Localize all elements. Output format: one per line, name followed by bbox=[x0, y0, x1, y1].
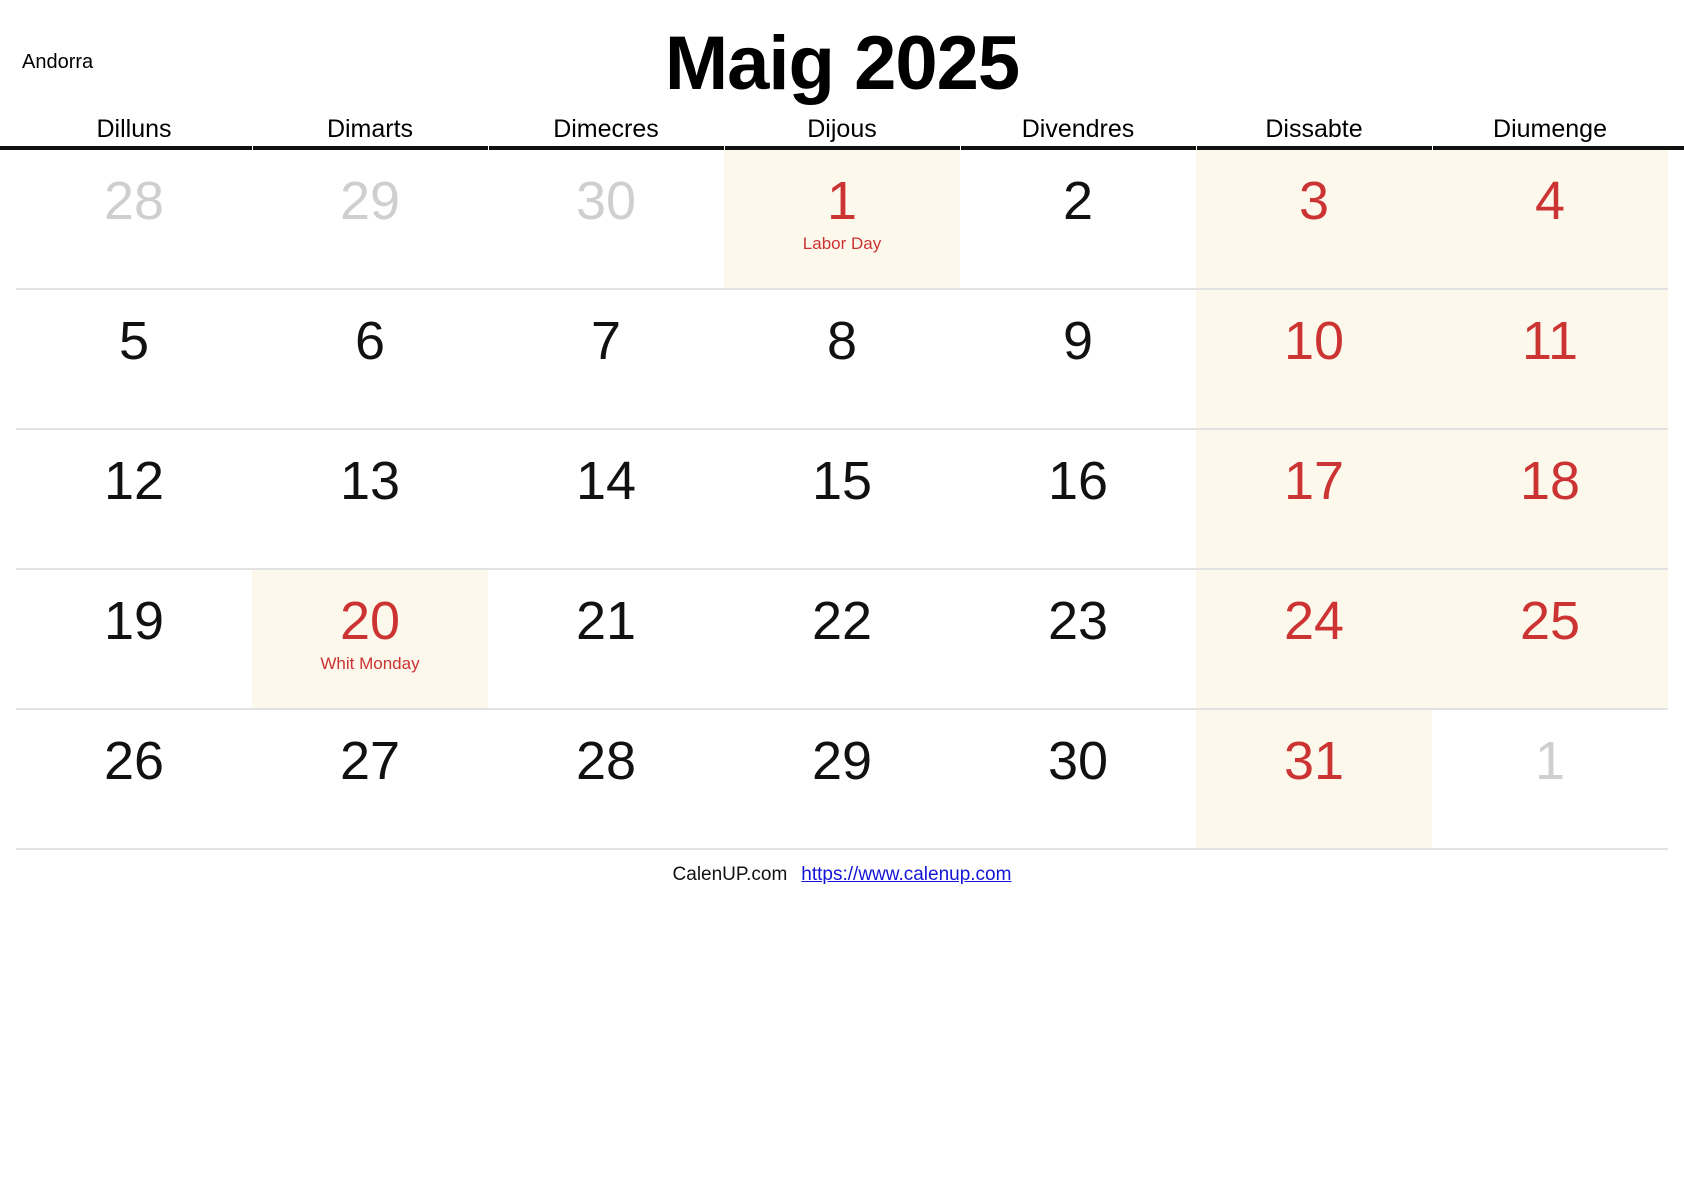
day-cell[interactable]: 13 bbox=[252, 430, 488, 568]
day-cell[interactable]: 26 bbox=[16, 710, 252, 848]
weekday-header-dissabte: Dissabte bbox=[1196, 108, 1432, 150]
day-number: 14 bbox=[575, 451, 637, 511]
day-number: 13 bbox=[339, 451, 401, 511]
weekday-label: Dimecres bbox=[553, 115, 659, 143]
day-number: 30 bbox=[575, 171, 637, 231]
day-cell[interactable]: 4 bbox=[1432, 150, 1668, 288]
day-number: 1 bbox=[1534, 731, 1566, 791]
day-cell[interactable]: 30 bbox=[488, 150, 724, 288]
day-cell[interactable]: 27 bbox=[252, 710, 488, 848]
day-cell[interactable]: 10 bbox=[1196, 290, 1432, 428]
day-number: 28 bbox=[575, 731, 637, 791]
weekday-label: Dimarts bbox=[326, 115, 414, 143]
weekday-label: Dijous bbox=[807, 115, 877, 143]
day-cell[interactable]: 29 bbox=[724, 710, 960, 848]
holiday-label: Labor Day bbox=[802, 234, 882, 253]
day-cell[interactable]: 28 bbox=[488, 710, 724, 848]
day-cell[interactable]: 28 bbox=[16, 150, 252, 288]
day-number: 16 bbox=[1047, 451, 1109, 511]
calendar-header: Andorra Maig 2025 bbox=[0, 0, 1684, 108]
day-cell[interactable]: 18 bbox=[1432, 430, 1668, 568]
day-cell[interactable]: 17 bbox=[1196, 430, 1432, 568]
day-cell[interactable]: 3 bbox=[1196, 150, 1432, 288]
day-number: 7 bbox=[590, 311, 622, 371]
day-number: 25 bbox=[1519, 591, 1581, 651]
day-number: 17 bbox=[1283, 451, 1345, 511]
day-number: 19 bbox=[103, 591, 165, 651]
week-row: 26 27 28 29 30 31 1 bbox=[16, 710, 1668, 850]
day-number: 21 bbox=[575, 591, 637, 651]
day-number: 9 bbox=[1062, 311, 1094, 371]
day-number: 12 bbox=[103, 451, 165, 511]
calendar-grid: 28 29 30 1 Labor Day 2 3 4 5 6 7 8 9 10 11 12 13 14 15 16 17… bbox=[0, 150, 1684, 850]
day-number: 3 bbox=[1298, 171, 1330, 231]
day-cell[interactable]: 12 bbox=[16, 430, 252, 568]
day-number: 20 bbox=[339, 591, 401, 651]
day-number: 8 bbox=[826, 311, 858, 371]
footer-brand: CalenUP.com bbox=[672, 864, 788, 885]
day-number: 11 bbox=[1521, 311, 1579, 371]
footer-url-link[interactable]: https://www.calenup.com bbox=[801, 864, 1011, 886]
day-cell[interactable]: 24 bbox=[1196, 570, 1432, 708]
day-cell[interactable]: 22 bbox=[724, 570, 960, 708]
day-cell[interactable]: 2 bbox=[960, 150, 1196, 288]
day-cell[interactable]: 1 bbox=[1432, 710, 1668, 848]
day-cell[interactable]: 7 bbox=[488, 290, 724, 428]
day-cell[interactable]: 6 bbox=[252, 290, 488, 428]
day-cell[interactable]: 19 bbox=[16, 570, 252, 708]
day-cell[interactable]: 29 bbox=[252, 150, 488, 288]
weekday-header-dimarts: Dimarts bbox=[252, 108, 488, 150]
day-number: 22 bbox=[811, 591, 873, 651]
week-row: 19 20 Whit Monday 21 22 23 24 25 bbox=[16, 570, 1668, 710]
weekday-header-dimecres: Dimecres bbox=[488, 108, 724, 150]
day-number: 5 bbox=[118, 311, 150, 371]
day-cell[interactable]: 20 Whit Monday bbox=[252, 570, 488, 708]
day-number: 29 bbox=[339, 171, 401, 231]
day-cell[interactable]: 15 bbox=[724, 430, 960, 568]
day-cell[interactable]: 9 bbox=[960, 290, 1196, 428]
day-number: 29 bbox=[811, 731, 873, 791]
weekday-label: Diumenge bbox=[1493, 115, 1607, 143]
day-cell[interactable]: 31 bbox=[1196, 710, 1432, 848]
page-title: Maig 2025 bbox=[664, 21, 1020, 106]
day-number: 2 bbox=[1062, 171, 1094, 231]
day-cell[interactable]: 30 bbox=[960, 710, 1196, 848]
weekday-label: Divendres bbox=[1021, 115, 1135, 143]
day-number: 10 bbox=[1283, 311, 1345, 371]
weekday-header-dilluns: Dilluns bbox=[16, 108, 252, 146]
day-number: 30 bbox=[1047, 731, 1109, 791]
calendar-page: Andorra Maig 2025 Dilluns Dimarts Dimecres… bbox=[0, 0, 1684, 1191]
day-number: 27 bbox=[339, 731, 401, 791]
day-number: 15 bbox=[811, 451, 873, 511]
day-number: 31 bbox=[1283, 731, 1345, 791]
day-number: 24 bbox=[1283, 591, 1345, 651]
week-row: 5 6 7 8 9 10 11 bbox=[16, 290, 1668, 430]
day-cell[interactable]: 8 bbox=[724, 290, 960, 428]
weekday-header-row: Dilluns Dimarts Dimecres Dijous Divendres Dis… bbox=[0, 108, 1684, 150]
week-row: 28 29 30 1 Labor Day 2 3 4 bbox=[16, 150, 1668, 290]
day-cell[interactable]: 16 bbox=[960, 430, 1196, 568]
day-number: 4 bbox=[1534, 171, 1566, 231]
day-cell[interactable]: 21 bbox=[488, 570, 724, 708]
day-number: 18 bbox=[1519, 451, 1581, 511]
week-row: 12 13 14 15 16 17 18 bbox=[16, 430, 1668, 570]
day-cell[interactable]: 5 bbox=[16, 290, 252, 428]
day-cell[interactable]: 23 bbox=[960, 570, 1196, 708]
day-number: 26 bbox=[103, 731, 165, 791]
weekday-header-dijous: Dijous bbox=[724, 108, 960, 150]
day-number: 23 bbox=[1047, 591, 1109, 651]
day-cell[interactable]: 25 bbox=[1432, 570, 1668, 708]
weekday-header-diumenge: Diumenge bbox=[1432, 108, 1668, 150]
day-cell[interactable]: 11 bbox=[1432, 290, 1668, 428]
day-number: 28 bbox=[103, 171, 165, 231]
day-number: 6 bbox=[354, 311, 386, 371]
footer: CalenUP.com https://www.calenup.com bbox=[0, 850, 1684, 886]
day-number: 1 bbox=[826, 171, 858, 231]
holiday-label: Whit Monday bbox=[320, 654, 420, 673]
day-cell[interactable]: 1 Labor Day bbox=[724, 150, 960, 288]
weekday-header-divendres: Divendres bbox=[960, 108, 1196, 150]
weekday-label: Dilluns bbox=[96, 115, 172, 143]
day-cell[interactable]: 14 bbox=[488, 430, 724, 568]
weekday-label: Dissabte bbox=[1265, 115, 1363, 143]
